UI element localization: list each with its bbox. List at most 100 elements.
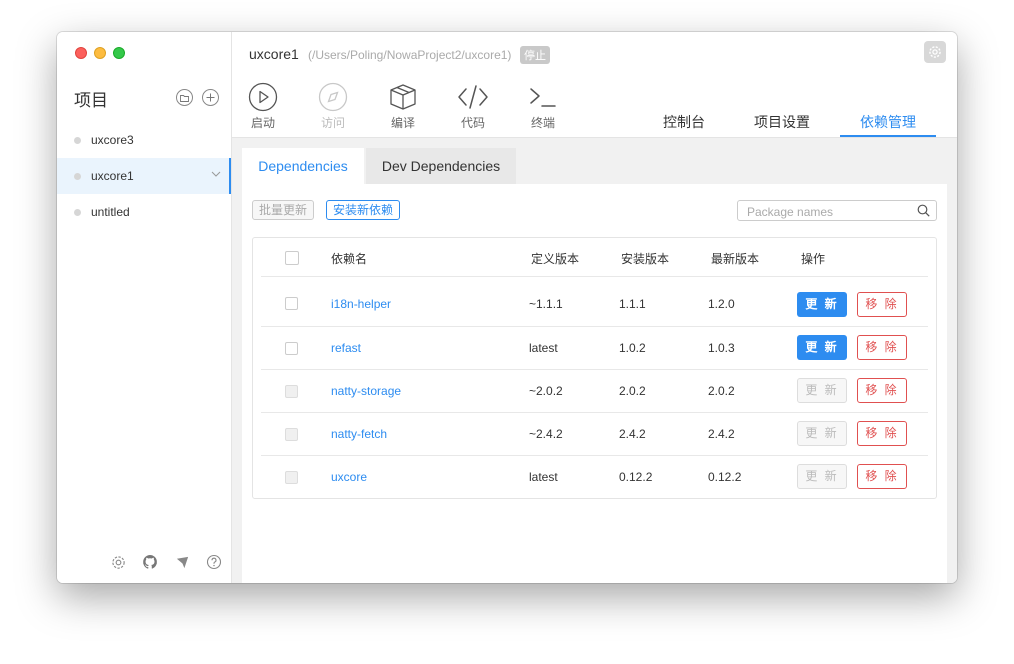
latest-version: 2.4.2 <box>708 427 735 441</box>
remove-button[interactable]: 移 除 <box>857 464 907 489</box>
app-window: 项目 uxcore3 uxcore1 untitled uxcore1 (/Us… <box>57 32 957 583</box>
github-icon[interactable] <box>141 553 159 571</box>
compile-button[interactable]: 编译 <box>381 80 425 131</box>
gear-icon[interactable] <box>924 41 946 63</box>
remove-button[interactable]: 移 除 <box>857 421 907 446</box>
table-row: natty-storage ~2.0.2 2.0.2 2.0.2 更 新 移 除 <box>261 370 928 413</box>
defined-version: latest <box>529 470 558 484</box>
package-name-link[interactable]: natty-fetch <box>331 427 387 441</box>
row-checkbox[interactable] <box>285 297 298 310</box>
code-label: 代码 <box>460 116 485 130</box>
installed-version: 1.1.1 <box>619 297 646 311</box>
package-name-link[interactable]: refast <box>331 341 361 355</box>
add-project-icon[interactable] <box>202 89 219 106</box>
latest-version: 0.12.2 <box>708 470 742 484</box>
sidebar-footer <box>109 553 223 571</box>
table-row: i18n-helper ~1.1.1 1.1.1 1.2.0 更 新 移 除 <box>261 277 928 327</box>
column-header-defined: 定义版本 <box>531 252 580 266</box>
top-bar: uxcore1 (/Users/Poling/NowaProject2/uxco… <box>232 32 957 138</box>
code-icon <box>451 80 495 114</box>
package-name-link[interactable]: natty-storage <box>331 384 401 398</box>
compile-label: 编译 <box>390 116 415 130</box>
update-button[interactable]: 更 新 <box>797 335 847 360</box>
tab-dev-dependencies[interactable]: Dev Dependencies <box>366 148 516 184</box>
package-icon <box>381 80 425 114</box>
sidebar-item-uxcore1[interactable]: uxcore1 <box>57 158 231 194</box>
row-checkbox[interactable] <box>285 471 298 484</box>
install-dependency-button[interactable]: 安装新依赖 <box>326 200 401 220</box>
remove-button[interactable]: 移 除 <box>857 292 907 317</box>
project-path: (/Users/Poling/NowaProject2/uxcore1) <box>308 48 512 62</box>
defined-version: ~2.0.2 <box>529 384 563 398</box>
batch-update-button[interactable]: 批量更新 <box>252 200 315 220</box>
latest-version: 2.0.2 <box>708 384 735 398</box>
defined-version: latest <box>529 341 558 355</box>
close-window-button[interactable] <box>75 47 87 59</box>
terminal-button[interactable]: 终端 <box>521 80 565 131</box>
code-button[interactable]: 代码 <box>451 80 495 131</box>
sidebar-item-label: untitled <box>91 205 130 219</box>
defined-version: ~2.4.2 <box>529 427 563 441</box>
sidebar-item-label: uxcore3 <box>91 133 134 147</box>
update-button[interactable]: 更 新 <box>797 421 847 446</box>
installed-version: 1.0.2 <box>619 341 646 355</box>
main-content: Dependencies Dev Dependencies 批量更新 安装新依赖… <box>232 138 957 583</box>
table-row: refast latest 1.0.2 1.0.3 更 新 移 除 <box>261 327 928 370</box>
installed-version: 2.4.2 <box>619 427 646 441</box>
visit-label: 访问 <box>320 116 345 130</box>
status-dot <box>74 136 81 144</box>
update-button[interactable]: 更 新 <box>797 378 847 403</box>
help-icon[interactable] <box>205 553 223 571</box>
sidebar-item-label: uxcore1 <box>91 169 134 183</box>
status-badge: 停止 <box>520 46 550 64</box>
visit-button[interactable]: 访问 <box>311 80 355 131</box>
update-button[interactable]: 更 新 <box>797 292 847 317</box>
latest-version: 1.0.3 <box>708 341 735 355</box>
sidebar-item-uxcore3[interactable]: uxcore3 <box>57 122 231 158</box>
open-folder-icon[interactable] <box>176 89 193 106</box>
column-header-latest: 最新版本 <box>711 252 760 266</box>
select-all-checkbox[interactable] <box>285 251 299 265</box>
row-checkbox[interactable] <box>285 385 298 398</box>
settings-icon[interactable] <box>109 553 127 571</box>
terminal-icon <box>521 80 565 114</box>
sidebar-item-untitled[interactable]: untitled <box>57 194 231 230</box>
status-dot <box>74 208 81 216</box>
minimize-window-button[interactable] <box>94 47 106 59</box>
subtab-bar: Dependencies Dev Dependencies <box>242 148 947 184</box>
table-row: uxcore latest 0.12.2 0.12.2 更 新 移 除 <box>261 456 928 498</box>
terminal-label: 终端 <box>530 116 555 130</box>
chevron-down-icon[interactable] <box>211 168 221 180</box>
start-label: 启动 <box>250 116 275 130</box>
status-dot <box>74 172 81 180</box>
project-title: uxcore1 <box>249 46 299 62</box>
latest-version: 1.2.0 <box>708 297 735 311</box>
row-checkbox[interactable] <box>285 342 298 355</box>
search-input[interactable] <box>745 203 914 220</box>
installed-version: 0.12.2 <box>619 470 653 484</box>
update-button[interactable]: 更 新 <box>797 464 847 489</box>
dependencies-table: 依赖名 定义版本 安装版本 最新版本 操作 i18n-helper ~1.1.1… <box>252 237 937 499</box>
row-checkbox[interactable] <box>285 428 298 441</box>
tab-dependencies[interactable]: Dependencies <box>242 148 364 184</box>
remove-button[interactable]: 移 除 <box>857 335 907 360</box>
column-header-installed: 安装版本 <box>621 252 670 266</box>
package-name-link[interactable]: i18n-helper <box>331 297 391 311</box>
remove-button[interactable]: 移 除 <box>857 378 907 403</box>
feedback-icon[interactable] <box>173 553 191 571</box>
zoom-window-button[interactable] <box>113 47 125 59</box>
column-header-name: 依赖名 <box>331 252 368 266</box>
tab-console[interactable]: 控制台 <box>662 112 706 132</box>
tab-dependency-management[interactable]: 依赖管理 <box>858 112 918 132</box>
sidebar-title: 项目 <box>74 91 108 110</box>
column-header-actions: 操作 <box>801 252 826 266</box>
defined-version: ~1.1.1 <box>529 297 563 311</box>
tab-project-settings[interactable]: 项目设置 <box>752 112 812 132</box>
compass-icon <box>311 80 355 114</box>
table-row: natty-fetch ~2.4.2 2.4.2 2.4.2 更 新 移 除 <box>261 413 928 456</box>
start-button[interactable]: 启动 <box>241 80 285 131</box>
package-name-link[interactable]: uxcore <box>331 470 367 484</box>
search-icon[interactable] <box>917 204 930 222</box>
sidebar: 项目 uxcore3 uxcore1 untitled <box>57 32 232 583</box>
package-search <box>737 200 937 221</box>
